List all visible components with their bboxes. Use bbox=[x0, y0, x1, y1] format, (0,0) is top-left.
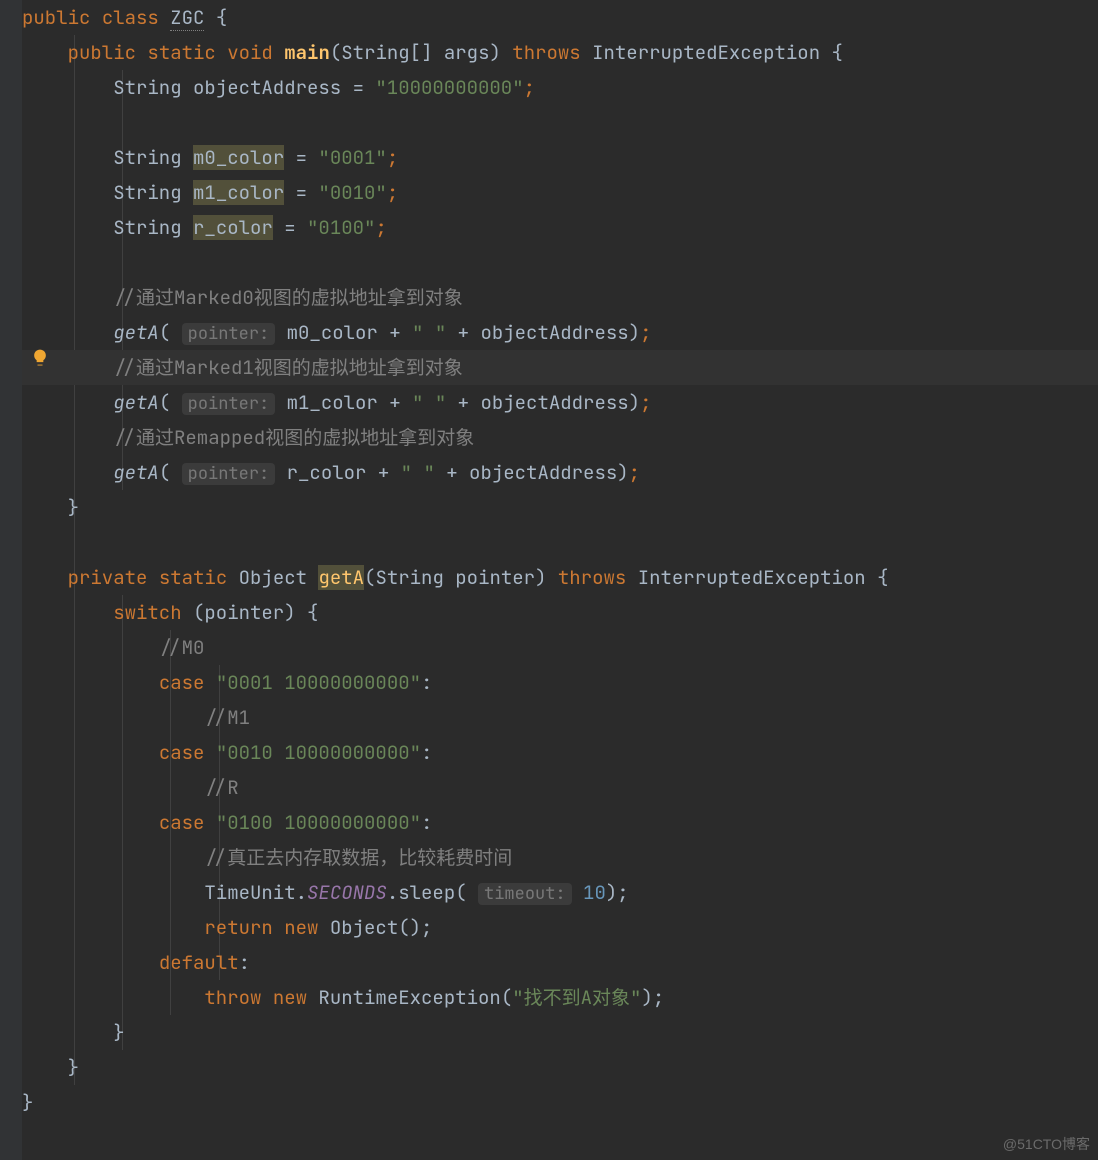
code-line: } bbox=[22, 1015, 1098, 1050]
code-line: } bbox=[22, 1050, 1098, 1085]
code-line: } bbox=[22, 490, 1098, 525]
code-editor[interactable]: public class ZGC { public static void ma… bbox=[0, 0, 1098, 1120]
code-line: private static Object getA(String pointe… bbox=[22, 560, 1098, 595]
watermark: @51CTO博客 bbox=[1003, 1134, 1090, 1154]
code-line bbox=[22, 105, 1098, 140]
code-line: String objectAddress = "10000000000"; bbox=[22, 70, 1098, 105]
parameter-hint: pointer: bbox=[182, 323, 276, 345]
parameter-hint: pointer: bbox=[182, 393, 276, 415]
code-line: //M1 bbox=[22, 700, 1098, 735]
code-line: public static void main(String[] args) t… bbox=[22, 35, 1098, 70]
lightbulb-icon[interactable] bbox=[30, 348, 50, 368]
code-line bbox=[22, 245, 1098, 280]
code-line: switch (pointer) { bbox=[22, 595, 1098, 630]
code-line: String m0_color = "0001"; bbox=[22, 140, 1098, 175]
code-line: case "0001 10000000000": bbox=[22, 665, 1098, 700]
code-line: getA( pointer: m1_color + " " + objectAd… bbox=[22, 385, 1098, 420]
code-line: String r_color = "0100"; bbox=[22, 210, 1098, 245]
code-line: } bbox=[22, 1085, 1098, 1120]
code-line: throw new RuntimeException("找不到A对象"); bbox=[22, 980, 1098, 1015]
parameter-hint: timeout: bbox=[478, 883, 572, 905]
code-line: //R bbox=[22, 770, 1098, 805]
code-line: public class ZGC { bbox=[22, 0, 1098, 35]
code-line: //M0 bbox=[22, 630, 1098, 665]
code-line: TimeUnit.SECONDS.sleep( timeout: 10); bbox=[22, 875, 1098, 910]
code-line: return new Object(); bbox=[22, 910, 1098, 945]
code-line-current: //通过Marked1视图的虚拟地址拿到对象 bbox=[22, 350, 1098, 385]
code-line: //通过Remapped视图的虚拟地址拿到对象 bbox=[22, 420, 1098, 455]
code-line: //通过Marked0视图的虚拟地址拿到对象 bbox=[22, 280, 1098, 315]
code-line: //真正去内存取数据，比较耗费时间 bbox=[22, 840, 1098, 875]
code-line: getA( pointer: m0_color + " " + objectAd… bbox=[22, 315, 1098, 350]
code-line: String m1_color = "0010"; bbox=[22, 175, 1098, 210]
code-line: case "0100 10000000000": bbox=[22, 805, 1098, 840]
code-line: getA( pointer: r_color + " " + objectAdd… bbox=[22, 455, 1098, 490]
code-line: default: bbox=[22, 945, 1098, 980]
code-line bbox=[22, 525, 1098, 560]
parameter-hint: pointer: bbox=[182, 463, 276, 485]
code-line: case "0010 10000000000": bbox=[22, 735, 1098, 770]
